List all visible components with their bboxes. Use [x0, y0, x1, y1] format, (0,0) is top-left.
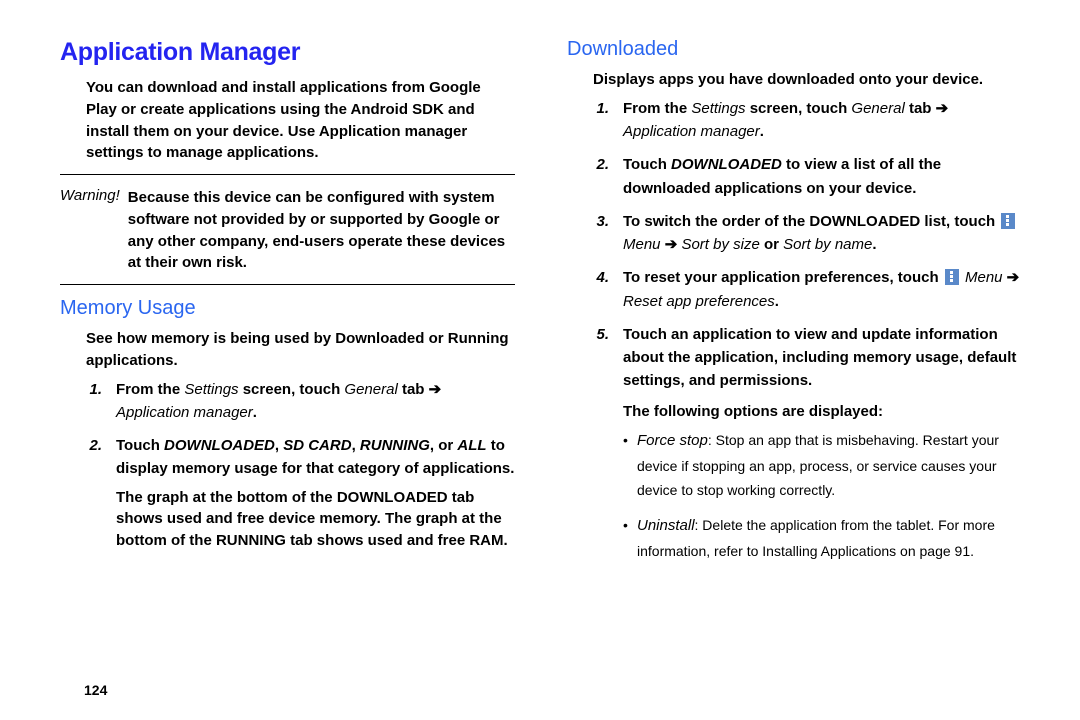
step-text: From the Settings screen, touch General … [116, 378, 515, 425]
warning-block: Warning! Because this device can be conf… [60, 187, 515, 274]
step-number: 1. [593, 97, 609, 144]
memory-step-2: 2. Touch DOWNLOADED, SD CARD, RUNNING, o… [86, 434, 515, 481]
step-text: To switch the order of the DOWNLOADED li… [623, 210, 1022, 257]
divider [60, 284, 515, 285]
memory-note: The graph at the bottom of the DOWNLOADE… [116, 487, 515, 552]
step-number: 2. [86, 434, 102, 481]
memory-step-1: 1. From the Settings screen, touch Gener… [86, 378, 515, 425]
step-number: 5. [593, 323, 609, 393]
step-number: 3. [593, 210, 609, 257]
step-number: 2. [593, 153, 609, 200]
menu-icon [1001, 213, 1015, 229]
downloaded-step-1: 1. From the Settings screen, touch Gener… [593, 97, 1022, 144]
step-text: From the Settings screen, touch General … [623, 97, 1022, 144]
option-force-stop: Force stop: Stop an app that is misbehav… [623, 428, 1022, 503]
step-number: 1. [86, 378, 102, 425]
downloaded-step-3: 3. To switch the order of the DOWNLOADED… [593, 210, 1022, 257]
option-uninstall: Uninstall: Delete the application from t… [623, 513, 1022, 564]
downloaded-step-4: 4. To reset your application preferences… [593, 266, 1022, 313]
downloaded-steps: 1. From the Settings screen, touch Gener… [593, 97, 1022, 393]
step-text: To reset your application preferences, t… [623, 266, 1022, 313]
memory-intro: See how memory is being used by Download… [60, 328, 515, 372]
memory-usage-heading: Memory Usage [60, 297, 515, 320]
downloaded-step-2: 2. Touch DOWNLOADED to view a list of al… [593, 153, 1022, 200]
downloaded-intro: Displays apps you have downloaded onto y… [567, 69, 1022, 91]
intro-paragraph: You can download and install application… [60, 77, 515, 164]
downloaded-heading: Downloaded [567, 38, 1022, 61]
warning-text: Because this device can be configured wi… [128, 187, 515, 274]
menu-icon [945, 269, 959, 285]
divider [60, 174, 515, 175]
main-heading: Application Manager [60, 38, 515, 67]
page-number: 124 [84, 682, 107, 698]
options-list: Force stop: Stop an app that is misbehav… [623, 428, 1022, 564]
step-text: Touch DOWNLOADED to view a list of all t… [623, 153, 1022, 200]
left-column: Application Manager You can download and… [40, 38, 541, 720]
memory-steps: 1. From the Settings screen, touch Gener… [86, 378, 515, 481]
downloaded-step-5: 5. Touch an application to view and upda… [593, 323, 1022, 393]
step-text: Touch an application to view and update … [623, 323, 1022, 393]
step-text: Touch DOWNLOADED, SD CARD, RUNNING, or A… [116, 434, 515, 481]
options-intro: The following options are displayed: [623, 403, 1022, 420]
right-column: Downloaded Displays apps you have downlo… [541, 38, 1032, 720]
step-number: 4. [593, 266, 609, 313]
warning-label: Warning! [60, 187, 120, 274]
cross-reference: Installing Applications [762, 543, 896, 559]
